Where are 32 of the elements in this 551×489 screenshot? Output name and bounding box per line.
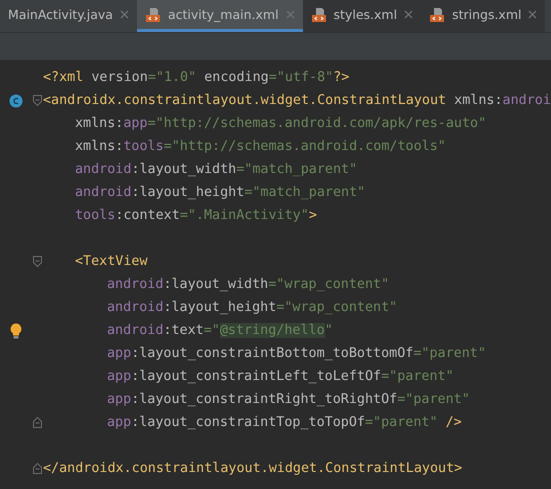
code-line: </androidx.constraintlayout.widget.ConstraintLayout> <box>43 461 462 476</box>
code-line: app:layout_constraintRight_toRightOf="parent" <box>106 392 470 407</box>
code-line: android:layout_height="wrap_content" <box>106 300 398 315</box>
code-line: android:layout_width="match_parent" <box>74 162 358 177</box>
xml-file-icon <box>144 6 161 22</box>
xml-file-icon <box>429 6 446 22</box>
fold-marker-icon[interactable] <box>32 417 42 428</box>
editor-tab[interactable]: activity_main.xml <box>136 0 303 32</box>
close-icon[interactable] <box>404 10 414 19</box>
editor-tab[interactable]: styles.xml <box>302 0 422 32</box>
fold-marker-icon[interactable] <box>32 256 42 267</box>
code-line: xmlns:app="http://schemas.android.com/apk/res-auto" <box>74 116 486 131</box>
editor-tab[interactable]: strings.xml <box>421 0 546 32</box>
code-line: android:layout_height="match_parent" <box>74 185 366 200</box>
code-line: app:layout_constraintBottom_toBottomOf="parent" <box>106 346 486 361</box>
code-line: xmlns:tools="http://schemas.android.com/tools" <box>74 139 446 154</box>
class-icon[interactable] <box>8 94 22 108</box>
fold-marker-icon[interactable] <box>32 463 42 474</box>
fold-marker-icon[interactable] <box>32 95 42 106</box>
code-line: android:text="@string/hello" <box>106 323 333 338</box>
lightbulb-icon[interactable] <box>10 322 22 338</box>
close-icon[interactable] <box>528 10 538 19</box>
close-icon[interactable] <box>120 10 129 19</box>
close-icon[interactable] <box>286 10 295 19</box>
code-line: <?xml version="1.0" encoding="utf-8"?> <box>43 70 350 85</box>
code-line: android:layout_width="wrap_content" <box>106 277 390 292</box>
code-line: app:layout_constraintTop_toTopOf="parent" /> <box>106 415 462 430</box>
code-line: tools:context=".MainActivity"> <box>74 208 317 223</box>
code-line: <androidx.constraintlayout.widget.ConstraintLayout xmlns:androi <box>43 93 551 108</box>
code-line: app:layout_constraintLeft_toLeftOf="parent" <box>106 369 454 384</box>
xml-file-icon <box>310 6 327 22</box>
code-line: <TextView <box>74 254 148 269</box>
